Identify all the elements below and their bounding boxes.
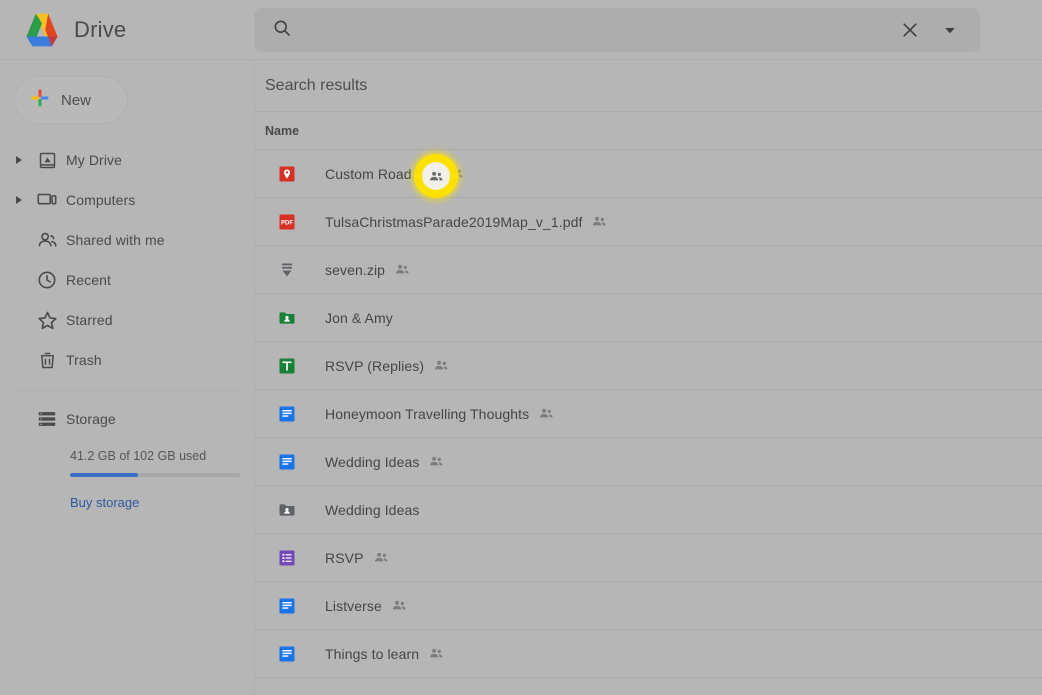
sidebar-item-starred[interactable]: Starred [0,300,254,340]
sheets-icon [277,356,297,376]
shared-icon [428,453,445,470]
people-icon [28,229,66,252]
svg-text:PDF: PDF [281,220,293,226]
sidebar-item-my-drive[interactable]: My Drive [0,140,254,180]
table-row[interactable]: RSVP (Replies) [255,342,1042,390]
shared-icon [428,645,445,662]
sidebar-item-trash[interactable]: Trash [0,340,254,380]
storage-progress-bar [70,473,240,477]
table-row[interactable]: Wedding Ideas [255,486,1042,534]
archive-icon [277,260,297,280]
sidebar-nav: My Drive Computers Shared with me Recent… [0,140,254,380]
expand-arrow-icon[interactable] [10,191,28,209]
forms-icon [277,548,297,568]
new-button[interactable]: New [14,76,128,124]
expand-arrow-icon[interactable] [10,151,28,169]
google-drive-logo [26,13,58,47]
sidebar-divider [14,390,240,391]
sidebar-item-label: Recent [66,272,111,288]
storage-label: Storage [66,411,116,427]
column-header-row: Name [255,112,1042,150]
sidebar-item-label: Shared with me [66,232,165,248]
file-name: Custom Road Trip [325,165,440,182]
docs-icon [277,644,297,664]
shared-icon [448,165,465,182]
close-icon[interactable] [890,10,930,50]
shared-icon [591,213,608,230]
sidebar-item-label: Starred [66,312,113,328]
drive-app: Drive New My Drive Computers Shared with… [0,0,1042,695]
search-icon [272,18,292,43]
table-row[interactable]: Jon & Amy [255,294,1042,342]
shared-icon [538,405,555,422]
file-name: Things to learn [325,645,420,662]
file-name: Honeymoon Travelling Thoughts [325,405,530,422]
table-row[interactable]: Custom Road Trip [255,150,1042,198]
file-name: Listverse [325,597,382,614]
table-row[interactable]: Honeymoon Travelling Thoughts [255,390,1042,438]
file-list: Custom Road Trip PDF TulsaChristmasParade… [255,150,1042,678]
page-title: Search results [255,60,1042,112]
shared-icon [391,597,408,614]
table-row[interactable]: Things to learn [255,630,1042,678]
table-row[interactable]: Wedding Ideas [255,438,1042,486]
star-icon [28,309,66,332]
plus-icon [29,87,51,114]
file-name: seven.zip [325,261,386,278]
trash-icon [28,350,66,371]
shared-icon [433,357,450,374]
file-name: RSVP [325,549,364,566]
sidebar-item-shared-with-me[interactable]: Shared with me [0,220,254,260]
storage-progress-fill [70,473,138,477]
sidebar-item-label: Computers [66,192,136,208]
top-bar: Drive [0,0,1042,60]
app-title: Drive [74,17,127,42]
docs-icon [277,596,297,616]
computer-icon [28,189,66,211]
shared-icon [394,261,411,278]
search-bar[interactable] [254,8,980,52]
shared-folder-icon [277,500,297,520]
column-header-name: Name [265,123,300,138]
buy-storage-link[interactable]: Buy storage [70,495,254,510]
docs-icon [277,452,297,472]
search-input[interactable] [292,9,890,51]
sidebar: New My Drive Computers Shared with me Re… [0,60,254,695]
sidebar-item-recent[interactable]: Recent [0,260,254,300]
sidebar-item-label: My Drive [66,152,123,168]
main-content: Search results Name Custom Road Trip PDF… [254,60,1042,695]
file-name: Wedding Ideas [325,453,420,470]
sidebar-item-storage[interactable]: Storage [0,399,254,439]
map-pin-icon [277,164,297,184]
file-name: Jon & Amy [325,309,393,326]
table-row[interactable]: Listverse [255,582,1042,630]
file-name: Wedding Ideas [325,501,420,518]
table-row[interactable]: RSVP [255,534,1042,582]
pdf-icon: PDF [277,212,297,232]
chevron-down-icon[interactable] [930,10,970,50]
storage-usage-text: 41.2 GB of 102 GB used [70,449,207,463]
file-name: TulsaChristmasParade2019Map_v_1.pdf [325,213,583,230]
shared-icon [373,549,390,566]
brand[interactable]: Drive [22,12,126,48]
table-row[interactable]: seven.zip [255,246,1042,294]
file-name: RSVP (Replies) [325,357,425,374]
storage-icon [28,408,66,430]
table-row[interactable]: PDF TulsaChristmasParade2019Map_v_1.pdf [255,198,1042,246]
docs-icon [277,404,297,424]
shared-folder-icon [277,308,297,328]
clock-icon [28,269,66,291]
new-button-label: New [61,91,92,109]
my-drive-icon [28,150,66,171]
sidebar-item-label: Trash [66,352,102,368]
sidebar-item-computers[interactable]: Computers [0,180,254,220]
